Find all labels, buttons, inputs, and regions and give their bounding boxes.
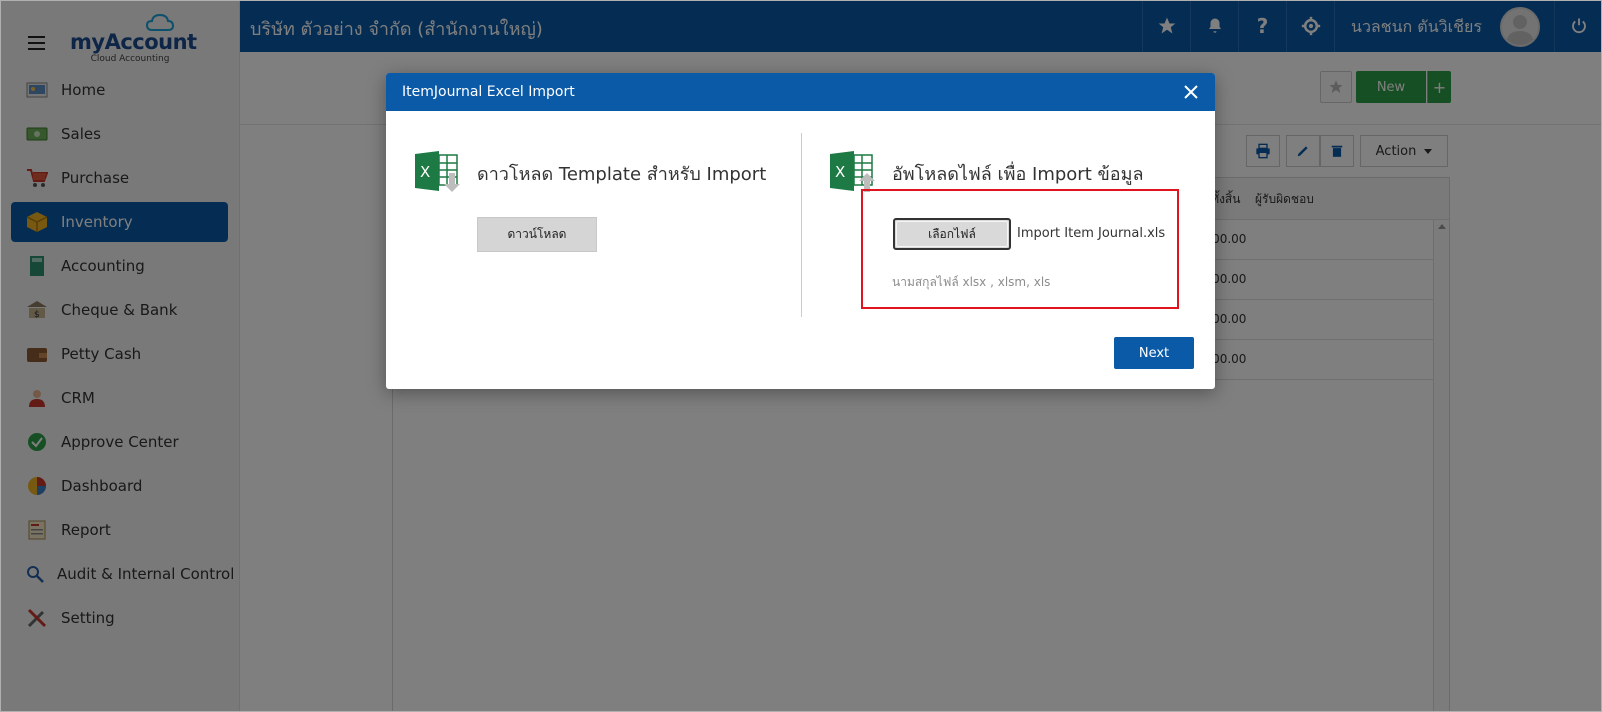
svg-text:X: X (835, 163, 845, 181)
close-icon[interactable] (1181, 82, 1201, 102)
modal-header: ItemJournal Excel Import (386, 73, 1215, 111)
modal-title: ItemJournal Excel Import (402, 84, 575, 100)
next-button[interactable]: Next (1114, 337, 1194, 369)
upload-section-title: อัพโหลดไฟล์ เพื่อ Import ข้อมูล (892, 164, 1144, 185)
svg-text:X: X (420, 163, 430, 181)
download-template-button[interactable]: ดาวน์โหลด (477, 217, 597, 252)
import-modal: ItemJournal Excel Import X ดาวโหลด Templ… (386, 73, 1215, 389)
section-divider (801, 133, 802, 317)
download-section-title: ดาวโหลด Template สำหรับ Import (477, 164, 767, 185)
excel-download-icon: X (415, 151, 460, 192)
selected-file-name: Import Item Journal.xls (1017, 226, 1166, 241)
file-extension-hint: นามสกุลไฟล์ xlsx , xlsm, xls (892, 275, 1051, 289)
choose-file-button[interactable]: เลือกไฟล์ (893, 218, 1011, 250)
